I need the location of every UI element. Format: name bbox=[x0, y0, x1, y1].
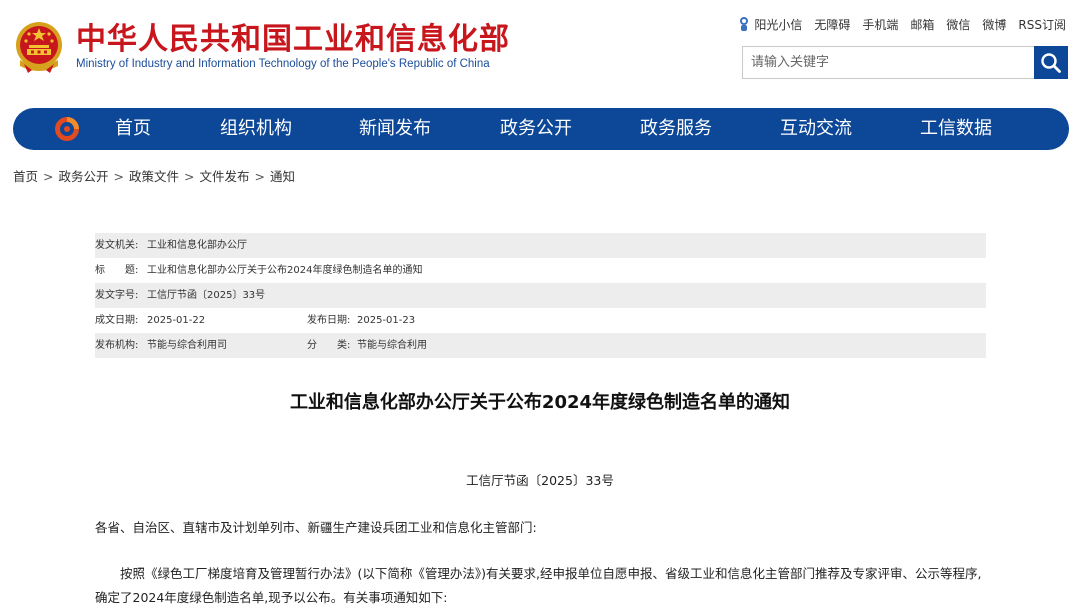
document-meta-table: 发文机关: 工业和信息化部办公厅 标 题: 工业和信息化部办公厅关于公布2024… bbox=[95, 233, 986, 358]
title-value: 工业和信息化部办公厅关于公布2024年度绿色制造名单的通知 bbox=[147, 265, 423, 276]
main-nav: 首页 组织机构 新闻发布 政务公开 政务服务 互动交流 工信数据 bbox=[13, 108, 1069, 150]
category-value: 节能与综合利用 bbox=[357, 340, 427, 351]
wechat-link[interactable]: 微信 bbox=[946, 16, 970, 33]
title-label: 标 题: bbox=[95, 265, 139, 276]
document-number: 工信厅节函〔2025〕33号 bbox=[466, 473, 614, 488]
meta-row-issuer: 发文机关: 工业和信息化部办公厅 bbox=[95, 233, 986, 258]
site-title[interactable]: 中华人民共和国工业和信息化部 bbox=[76, 22, 510, 58]
sunshine-mascot-icon bbox=[740, 17, 749, 31]
doc-no-label: 发文字号: bbox=[95, 290, 139, 301]
breadcrumb: 首页 > 政务公开 > 政策文件 > 文件发布 > 通知 bbox=[13, 166, 295, 185]
search-input[interactable] bbox=[743, 47, 1035, 78]
created-date-value: 2025-01-22 bbox=[147, 315, 206, 326]
breadcrumb-separator: > bbox=[184, 169, 195, 184]
meta-row-dates: 成文日期: 2025-01-22 发布日期: 2025-01-23 bbox=[95, 308, 986, 333]
published-date-value: 2025-01-23 bbox=[357, 315, 416, 326]
nav-government-affairs[interactable]: 政务公开 bbox=[500, 108, 572, 150]
doc-no-value: 工信厅节函〔2025〕33号 bbox=[147, 290, 266, 301]
breadcrumb-separator: > bbox=[113, 169, 124, 184]
site-subtitle: Ministry of Industry and Information Tec… bbox=[76, 58, 490, 70]
email-link[interactable]: 邮箱 bbox=[910, 16, 934, 33]
weibo-link[interactable]: 微博 bbox=[982, 16, 1006, 33]
meta-row-title: 标 题: 工业和信息化部办公厅关于公布2024年度绿色制造名单的通知 bbox=[95, 258, 986, 283]
breadcrumb-notice[interactable]: 通知 bbox=[270, 169, 295, 184]
breadcrumb-policy-docs[interactable]: 政策文件 bbox=[129, 169, 179, 184]
nav-news[interactable]: 新闻发布 bbox=[359, 108, 431, 150]
issuer-label: 发文机关: bbox=[95, 240, 139, 251]
nav-interaction[interactable]: 互动交流 bbox=[780, 108, 852, 150]
published-date-label: 发布日期: bbox=[307, 315, 351, 326]
search-button[interactable] bbox=[1034, 46, 1068, 79]
accessibility-link[interactable]: 无障碍 bbox=[814, 16, 850, 33]
category-label: 分 类: bbox=[307, 340, 351, 351]
breadcrumb-separator: > bbox=[254, 169, 265, 184]
issuer-value: 工业和信息化部办公厅 bbox=[147, 240, 247, 251]
search-icon bbox=[1041, 52, 1061, 73]
nav-home[interactable]: 首页 bbox=[115, 108, 151, 150]
org-label: 发布机构: bbox=[95, 340, 139, 351]
rss-link[interactable]: RSS订阅 bbox=[1018, 16, 1066, 33]
org-value: 节能与综合利用司 bbox=[147, 340, 227, 351]
national-emblem-icon[interactable] bbox=[14, 20, 64, 74]
top-links: 阳光小信 无障碍 手机端 邮箱 微信 微博 RSS订阅 bbox=[738, 16, 1066, 33]
meta-row-org: 发布机构: 节能与综合利用司 分 类: 节能与综合利用 bbox=[95, 333, 986, 358]
breadcrumb-government-affairs[interactable]: 政务公开 bbox=[59, 169, 109, 184]
search-box bbox=[742, 46, 1068, 79]
created-date-label: 成文日期: bbox=[95, 315, 139, 326]
article-paragraph: 按照《绿色工厂梯度培育及管理暂行办法》(以下简称《管理办法》)有关要求,经申报单… bbox=[95, 566, 982, 605]
nav-data[interactable]: 工信数据 bbox=[920, 108, 992, 150]
breadcrumb-home[interactable]: 首页 bbox=[13, 169, 38, 184]
site-header: 中华人民共和国工业和信息化部 Ministry of Industry and … bbox=[0, 0, 1080, 105]
ministry-logo-icon[interactable] bbox=[53, 115, 81, 143]
sunshine-link-label: 阳光小信 bbox=[754, 18, 803, 32]
breadcrumb-file-release[interactable]: 文件发布 bbox=[200, 169, 250, 184]
breadcrumb-separator: > bbox=[43, 169, 54, 184]
sunshine-link[interactable]: 阳光小信 bbox=[738, 16, 802, 33]
recipient-line: 各省、自治区、直辖市及计划单列市、新疆生产建设兵团工业和信息化主管部门: bbox=[95, 520, 537, 535]
article-title: 工业和信息化部办公厅关于公布2024年度绿色制造名单的通知 bbox=[289, 392, 791, 413]
meta-row-doc-no: 发文字号: 工信厅节函〔2025〕33号 bbox=[95, 283, 986, 308]
mobile-link[interactable]: 手机端 bbox=[862, 16, 898, 33]
nav-services[interactable]: 政务服务 bbox=[640, 108, 712, 150]
nav-organization[interactable]: 组织机构 bbox=[220, 108, 292, 150]
